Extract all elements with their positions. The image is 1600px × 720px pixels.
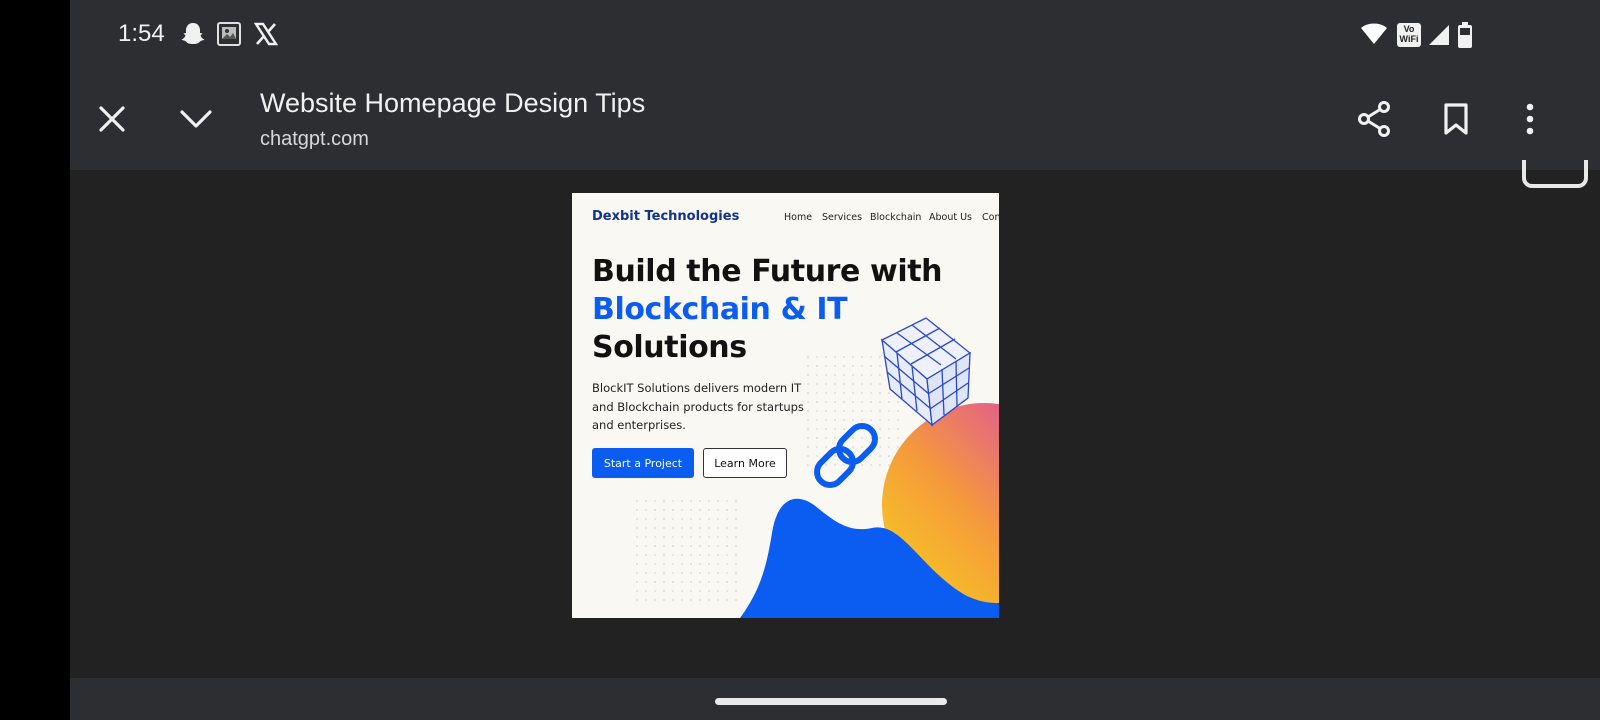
snapchat-icon — [180, 21, 206, 52]
status-time: 1:54 — [118, 20, 165, 47]
custom-tab-toolbar — [70, 70, 1600, 170]
close-button[interactable] — [88, 95, 136, 143]
mockup-brand: Dexbit Technologies — [592, 209, 740, 224]
vowifi-text-top: Vo — [1403, 24, 1415, 34]
x-icon — [253, 21, 279, 52]
home-gesture-handle[interactable] — [715, 698, 947, 705]
page-title: Website Homepage Design Tips — [260, 88, 646, 118]
bookmark-button[interactable] — [1432, 95, 1480, 143]
minimize-button[interactable] — [172, 95, 220, 143]
vowifi-icon: Vo WiFi — [1396, 22, 1422, 53]
share-button[interactable] — [1350, 95, 1398, 143]
signal-icon — [1428, 24, 1450, 51]
mockup-headline-line3: Solutions — [592, 330, 747, 365]
battery-icon — [1458, 22, 1472, 53]
chevron-down-icon — [180, 110, 212, 128]
mockup-nav-about: About Us — [929, 212, 973, 223]
mockup-headline-line1: Build the Future with — [592, 254, 943, 289]
vowifi-text-bottom: WiFi — [1399, 34, 1419, 44]
more-vert-icon — [1526, 103, 1534, 135]
status-bar: 1:54 Vo WiFi — [70, 0, 1600, 70]
mockup-start-project-button: Start a Project — [592, 448, 694, 478]
homepage-mockup-image[interactable]: Dexbit Technologies Home Services Blockc… — [572, 193, 999, 618]
mockup-nav-home: Home — [784, 212, 813, 223]
share-icon — [1358, 101, 1390, 137]
bookmark-icon — [1444, 103, 1468, 135]
mockup-headline-line2: Blockchain & IT — [592, 292, 848, 327]
close-icon — [99, 106, 125, 132]
mockup-nav-blockchain: Blockchain — [870, 212, 922, 223]
mockup-learn-more-button: Learn More — [703, 448, 787, 478]
mockup-nav-services: Services — [822, 212, 863, 223]
wifi-icon — [1360, 22, 1388, 51]
gallery-notification-icon — [216, 21, 242, 52]
mockup-description: BlockIT Solutions delivers modern IT and… — [592, 381, 804, 432]
mockup-nav-contact: Con — [982, 212, 999, 223]
corner-overlay-icon[interactable] — [1522, 160, 1588, 188]
more-options-button[interactable] — [1506, 95, 1554, 143]
page-url: chatgpt.com — [260, 128, 369, 150]
